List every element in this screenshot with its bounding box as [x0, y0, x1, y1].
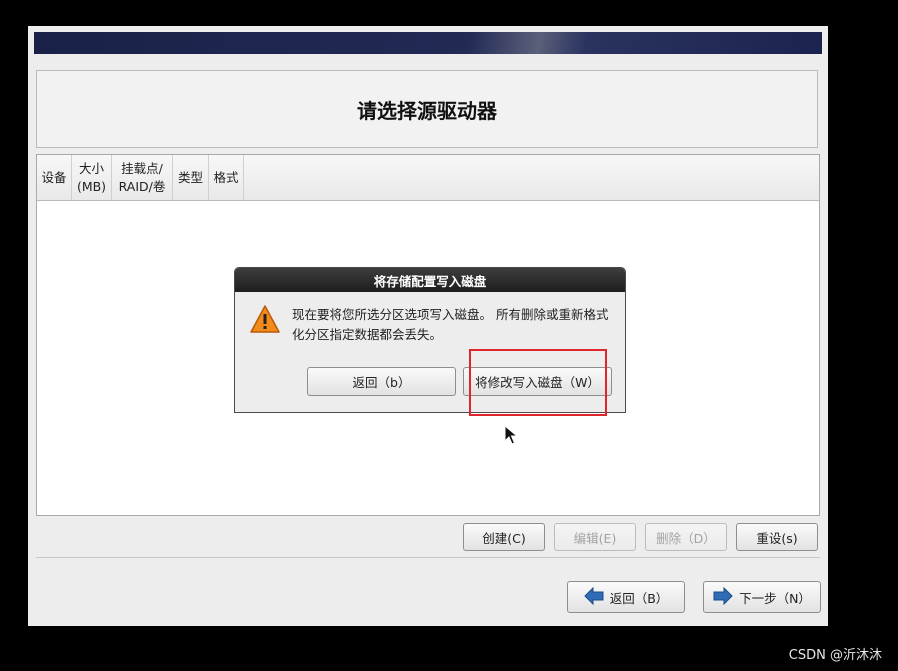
column-label: 格式 — [213, 169, 239, 185]
column-header-mount[interactable]: 挂载点/ RAID/卷 — [112, 155, 173, 200]
column-label: 类型 — [177, 169, 203, 185]
dialog-title: 将存储配置写入磁盘 — [235, 268, 625, 292]
back-button-label: 返回（B） — [609, 590, 669, 606]
dialog-title-text: 将存储配置写入磁盘 — [373, 273, 487, 289]
annotation-highlight-box — [469, 349, 607, 416]
column-header-size[interactable]: 大小 (MB) — [72, 155, 112, 200]
column-label: 挂载点/ — [121, 160, 163, 176]
create-button-label: 创建(C) — [482, 530, 526, 546]
next-button[interactable]: 下一步（N） — [703, 581, 821, 613]
mouse-cursor-icon — [504, 424, 519, 449]
edit-button[interactable]: 编辑(E) — [554, 523, 636, 551]
reset-button-label: 重设(s) — [756, 530, 798, 546]
table-header: 设备 大小 (MB) 挂载点/ RAID/卷 类型 格式 — [37, 155, 819, 201]
back-button[interactable]: 返回（B） — [567, 581, 685, 613]
column-header-type[interactable]: 类型 — [173, 155, 209, 200]
delete-button[interactable]: 删除（D） — [645, 523, 727, 551]
edit-button-label: 编辑(E) — [573, 530, 617, 546]
column-header-device[interactable]: 设备 — [37, 155, 72, 200]
column-header-format[interactable]: 格式 — [209, 155, 244, 200]
dialog-back-button-label: 返回（b） — [352, 375, 411, 390]
title-panel: 请选择源驱动器 — [36, 70, 818, 148]
column-label: 大小 — [78, 160, 104, 176]
header-banner — [34, 32, 822, 54]
next-button-label: 下一步（N） — [739, 590, 811, 606]
dialog-back-button[interactable]: 返回（b） — [307, 367, 456, 396]
column-label: 设备 — [41, 169, 67, 185]
create-button[interactable]: 创建(C) — [463, 523, 545, 551]
column-label-sub: RAID/卷 — [118, 178, 166, 194]
column-label-unit: (MB) — [76, 178, 107, 194]
page-title: 请选择源驱动器 — [357, 98, 497, 123]
dialog-message: 现在要将您所选分区选项写入磁盘。 所有删除或重新格式化分区指定数据都会丢失。 — [292, 307, 609, 342]
divider — [36, 557, 820, 558]
watermark: CSDN @沂沐沐 — [788, 648, 882, 663]
warning-icon — [249, 304, 281, 334]
reset-button[interactable]: 重设(s) — [736, 523, 818, 551]
arrow-right-icon — [713, 586, 733, 608]
delete-button-label: 删除（D） — [656, 530, 716, 546]
arrow-left-icon — [583, 586, 604, 608]
